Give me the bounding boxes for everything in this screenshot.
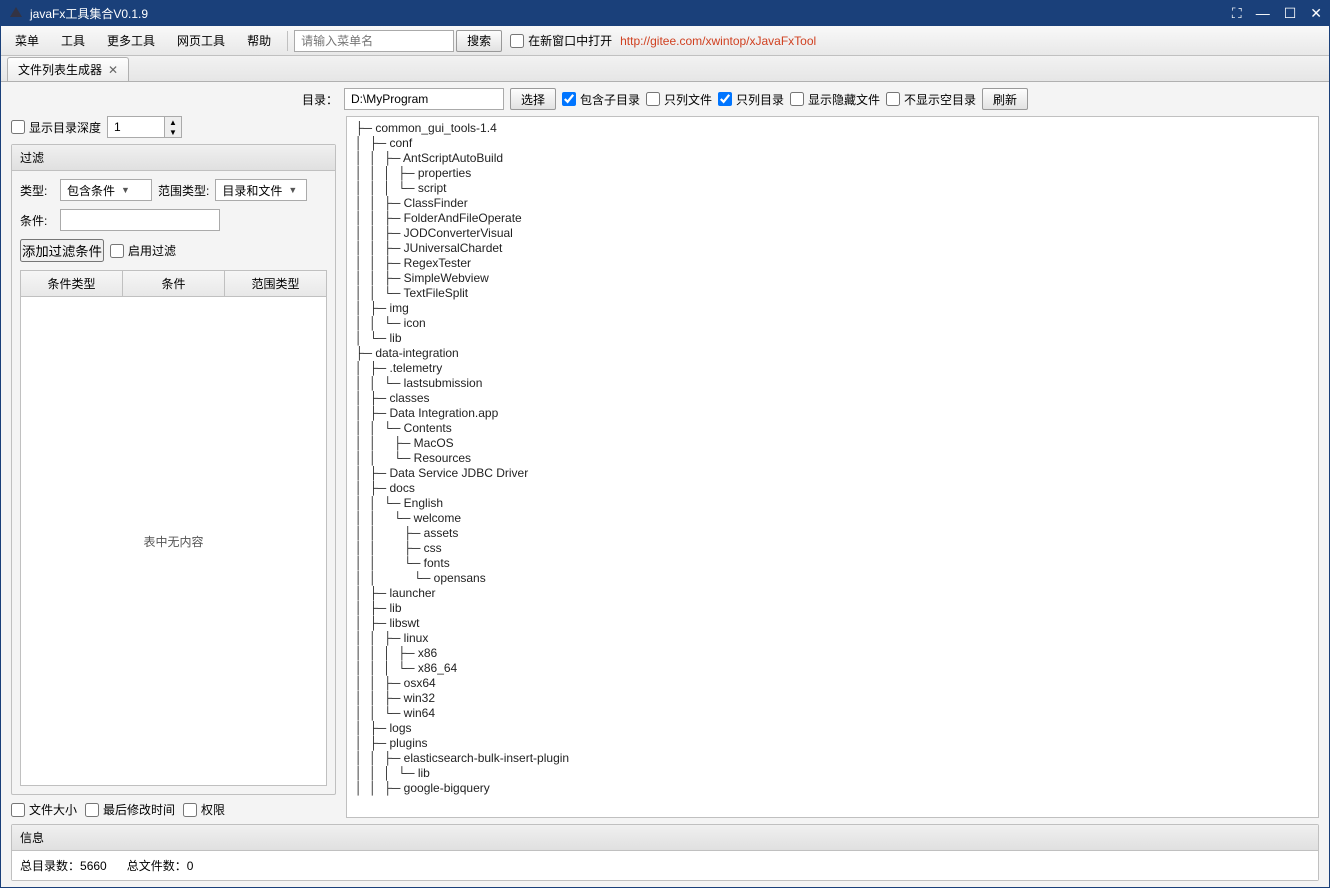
refresh-button[interactable]: 刷新 <box>982 88 1028 110</box>
new-window-label: 在新窗口中打开 <box>528 32 612 49</box>
search-button[interactable]: 搜索 <box>456 30 502 52</box>
filter-group: 过滤 类型: 包含条件▼ 范围类型: 目录和文件▼ 条件: <box>11 144 336 795</box>
choose-button[interactable]: 选择 <box>510 88 556 110</box>
total-files: 总文件数：0 <box>127 857 194 874</box>
menu-item-menu[interactable]: 菜单 <box>5 28 49 53</box>
type-combo[interactable]: 包含条件▼ <box>60 179 152 201</box>
only-dirs-checkbox[interactable] <box>718 92 732 106</box>
depth-spinner[interactable]: ▲ ▼ <box>107 116 182 138</box>
enable-filter-checkbox[interactable] <box>110 244 124 258</box>
show-hidden-checkbox[interactable] <box>790 92 804 106</box>
project-link[interactable]: http://gitee.com/xwintop/xJavaFxTool <box>620 34 816 48</box>
condition-label: 条件: <box>20 212 54 229</box>
menu-item-web-tools[interactable]: 网页工具 <box>167 28 235 53</box>
add-filter-button[interactable]: 添加过滤条件 <box>20 239 104 262</box>
only-files-label: 只列文件 <box>664 91 712 108</box>
spinner-down-icon[interactable]: ▼ <box>165 127 181 137</box>
show-depth-checkbox[interactable] <box>11 120 25 134</box>
include-sub-label: 包含子目录 <box>580 91 640 108</box>
menu-item-help[interactable]: 帮助 <box>237 28 281 53</box>
close-icon[interactable]: ✕ <box>1310 5 1322 22</box>
mtime-label: 最后修改时间 <box>103 801 175 818</box>
only-dirs-label: 只列目录 <box>736 91 784 108</box>
tab-close-icon[interactable]: ✕ <box>108 63 118 77</box>
scope-type-combo[interactable]: 目录和文件▼ <box>215 179 307 201</box>
no-empty-dir-label: 不显示空目录 <box>904 91 976 108</box>
fullscreen-icon[interactable]: ⛶ <box>1232 5 1242 22</box>
depth-input[interactable] <box>108 117 164 137</box>
titlebar: javaFx工具集合V0.1.9 ⛶ — ☐ ✕ <box>0 0 1330 26</box>
perm-checkbox[interactable] <box>183 803 197 817</box>
no-empty-dir-checkbox[interactable] <box>886 92 900 106</box>
total-dirs: 总目录数：5660 <box>20 857 107 874</box>
info-header: 信息 <box>12 825 1318 851</box>
menu-item-more-tools[interactable]: 更多工具 <box>97 28 165 53</box>
menu-separator <box>287 31 288 51</box>
scope-type-label: 范围类型: <box>158 182 209 199</box>
show-depth-label: 显示目录深度 <box>29 119 101 136</box>
only-files-checkbox[interactable] <box>646 92 660 106</box>
filesize-checkbox[interactable] <box>11 803 25 817</box>
dir-input[interactable] <box>344 88 504 110</box>
menubar: 菜单 工具 更多工具 网页工具 帮助 搜索 在新窗口中打开 http://git… <box>1 26 1329 56</box>
th-cond[interactable]: 条件 <box>123 271 225 296</box>
toolbar: 目录： 选择 包含子目录 只列文件 只列目录 显示隐藏文件 不显示空目录 刷新 <box>1 82 1329 116</box>
include-sub-checkbox[interactable] <box>562 92 576 106</box>
table-empty-text: 表中无内容 <box>21 297 326 785</box>
chevron-down-icon: ▼ <box>121 185 130 195</box>
chevron-down-icon: ▼ <box>288 185 297 195</box>
condition-input[interactable] <box>60 209 220 231</box>
th-scope-type[interactable]: 范围类型 <box>225 271 326 296</box>
info-panel: 信息 总目录数：5660 总文件数：0 <box>11 824 1319 881</box>
filter-table: 条件类型 条件 范围类型 表中无内容 <box>20 270 327 786</box>
sidebar: 显示目录深度 ▲ ▼ 过滤 类型: <box>11 116 336 818</box>
maximize-icon[interactable]: ☐ <box>1284 5 1297 22</box>
th-cond-type[interactable]: 条件类型 <box>21 271 123 296</box>
filesize-label: 文件大小 <box>29 801 77 818</box>
app-icon <box>8 5 24 21</box>
menu-search-input[interactable] <box>294 30 454 52</box>
show-hidden-label: 显示隐藏文件 <box>808 91 880 108</box>
new-window-checkbox[interactable] <box>510 34 524 48</box>
file-tree[interactable]: ├─ common_gui_tools-1.4 │ ├─ conf │ │ ├─… <box>346 116 1319 818</box>
dir-label: 目录： <box>302 91 338 108</box>
spinner-up-icon[interactable]: ▲ <box>165 117 181 127</box>
type-label: 类型: <box>20 182 54 199</box>
menu-item-tools[interactable]: 工具 <box>51 28 95 53</box>
mtime-checkbox[interactable] <box>85 803 99 817</box>
tab-label: 文件列表生成器 <box>18 61 102 78</box>
minimize-icon[interactable]: — <box>1256 5 1270 22</box>
tab-file-list-generator[interactable]: 文件列表生成器 ✕ <box>7 57 129 81</box>
filter-header: 过滤 <box>12 145 335 171</box>
tabbar: 文件列表生成器 ✕ <box>1 56 1329 82</box>
enable-filter-label: 启用过滤 <box>128 242 176 259</box>
window-title: javaFx工具集合V0.1.9 <box>30 5 1232 22</box>
perm-label: 权限 <box>201 801 225 818</box>
